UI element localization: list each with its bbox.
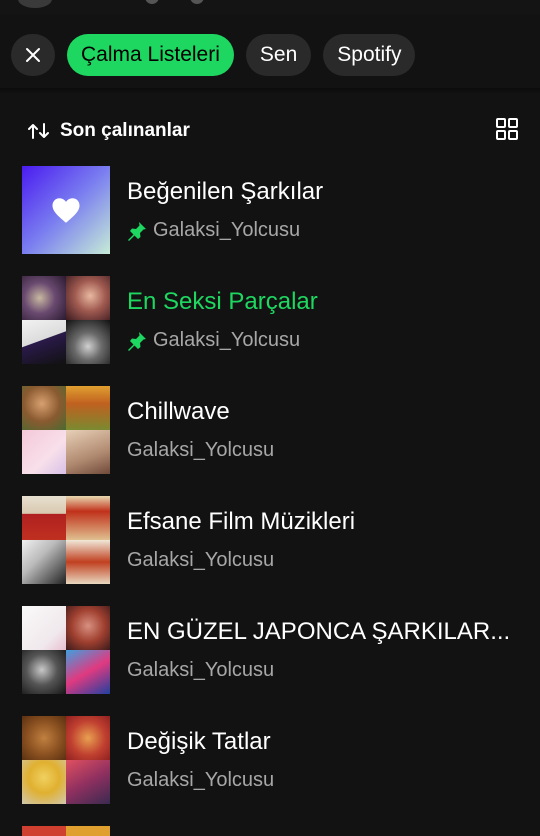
pin-icon	[127, 331, 147, 351]
header-divider	[0, 88, 540, 94]
list-item[interactable]: En Seksi Parçalar Galaksi_Yolcusu	[22, 276, 522, 386]
playlist-title: Değişik Tatlar	[127, 728, 271, 755]
sort-label: Son çalınanlar	[60, 120, 190, 141]
sort-row: Son çalınanlar	[28, 116, 518, 146]
playlist-title: EN GÜZEL JAPONCA ŞARKILAR...	[127, 618, 511, 645]
playlist-cover-mosaic	[22, 276, 110, 364]
chip-you[interactable]: Sen	[245, 34, 312, 76]
status-bar-remnant	[0, 0, 540, 14]
clear-filter-button[interactable]	[11, 34, 55, 76]
playlist-cover-mosaic	[22, 386, 110, 474]
filter-chips: Çalma Listeleri Sen Spotify	[11, 34, 416, 76]
list-item[interactable]: EN GÜZEL JAPONCA ŞARKILAR... Galaksi_Yol…	[22, 606, 522, 716]
playlist-owner: Galaksi_Yolcusu	[127, 659, 275, 681]
playlist-cover-mosaic	[22, 716, 110, 804]
indicator-icon	[145, 0, 159, 4]
playlist-cover-partial	[22, 826, 110, 836]
sort-button[interactable]: Son çalınanlar	[28, 120, 190, 142]
playlist-subtitle: Galaksi_Yolcusu	[127, 769, 274, 792]
playlist-title: En Seksi Parçalar	[127, 288, 318, 315]
playlist-subtitle: Galaksi_Yolcusu	[127, 549, 274, 572]
grid-view-button[interactable]	[496, 117, 518, 145]
playlist-owner: Galaksi_Yolcusu	[127, 769, 275, 791]
pin-icon	[127, 221, 147, 241]
list-item[interactable]: Efsane Film Müzikleri Galaksi_Yolcusu	[22, 496, 522, 606]
playlist-cover-mosaic	[22, 606, 110, 694]
indicator-icon	[190, 0, 204, 4]
sort-arrows-icon	[28, 123, 49, 139]
avatar	[18, 0, 52, 8]
playlist-owner: Galaksi_Yolcusu	[127, 549, 275, 571]
playlist-title: Chillwave	[127, 398, 230, 425]
chip-spotify[interactable]: Spotify	[323, 34, 416, 76]
playlist-owner: Galaksi_Yolcusu	[153, 219, 301, 241]
library-list: Beğenilen Şarkılar Galaksi_Yolcusu En Se…	[22, 166, 522, 826]
playlist-subtitle: Galaksi_Yolcusu	[127, 659, 274, 682]
close-icon	[26, 48, 40, 62]
playlist-owner: Galaksi_Yolcusu	[127, 439, 275, 461]
playlist-cover-mosaic	[22, 496, 110, 584]
playlist-subtitle: Galaksi_Yolcusu	[127, 219, 300, 242]
liked-songs-cover	[22, 166, 110, 254]
chip-playlists[interactable]: Çalma Listeleri	[67, 34, 234, 76]
playlist-title: Beğenilen Şarkılar	[127, 178, 324, 205]
playlist-owner: Galaksi_Yolcusu	[153, 329, 301, 351]
grid-view-icon	[496, 117, 518, 140]
heart-icon	[52, 197, 80, 223]
list-item[interactable]: Beğenilen Şarkılar Galaksi_Yolcusu	[22, 166, 522, 276]
list-item[interactable]: Chillwave Galaksi_Yolcusu	[22, 386, 522, 496]
list-item[interactable]: Değişik Tatlar Galaksi_Yolcusu	[22, 716, 522, 826]
playlist-subtitle: Galaksi_Yolcusu	[127, 439, 274, 462]
playlist-title: Efsane Film Müzikleri	[127, 508, 356, 535]
playlist-subtitle: Galaksi_Yolcusu	[127, 329, 300, 352]
